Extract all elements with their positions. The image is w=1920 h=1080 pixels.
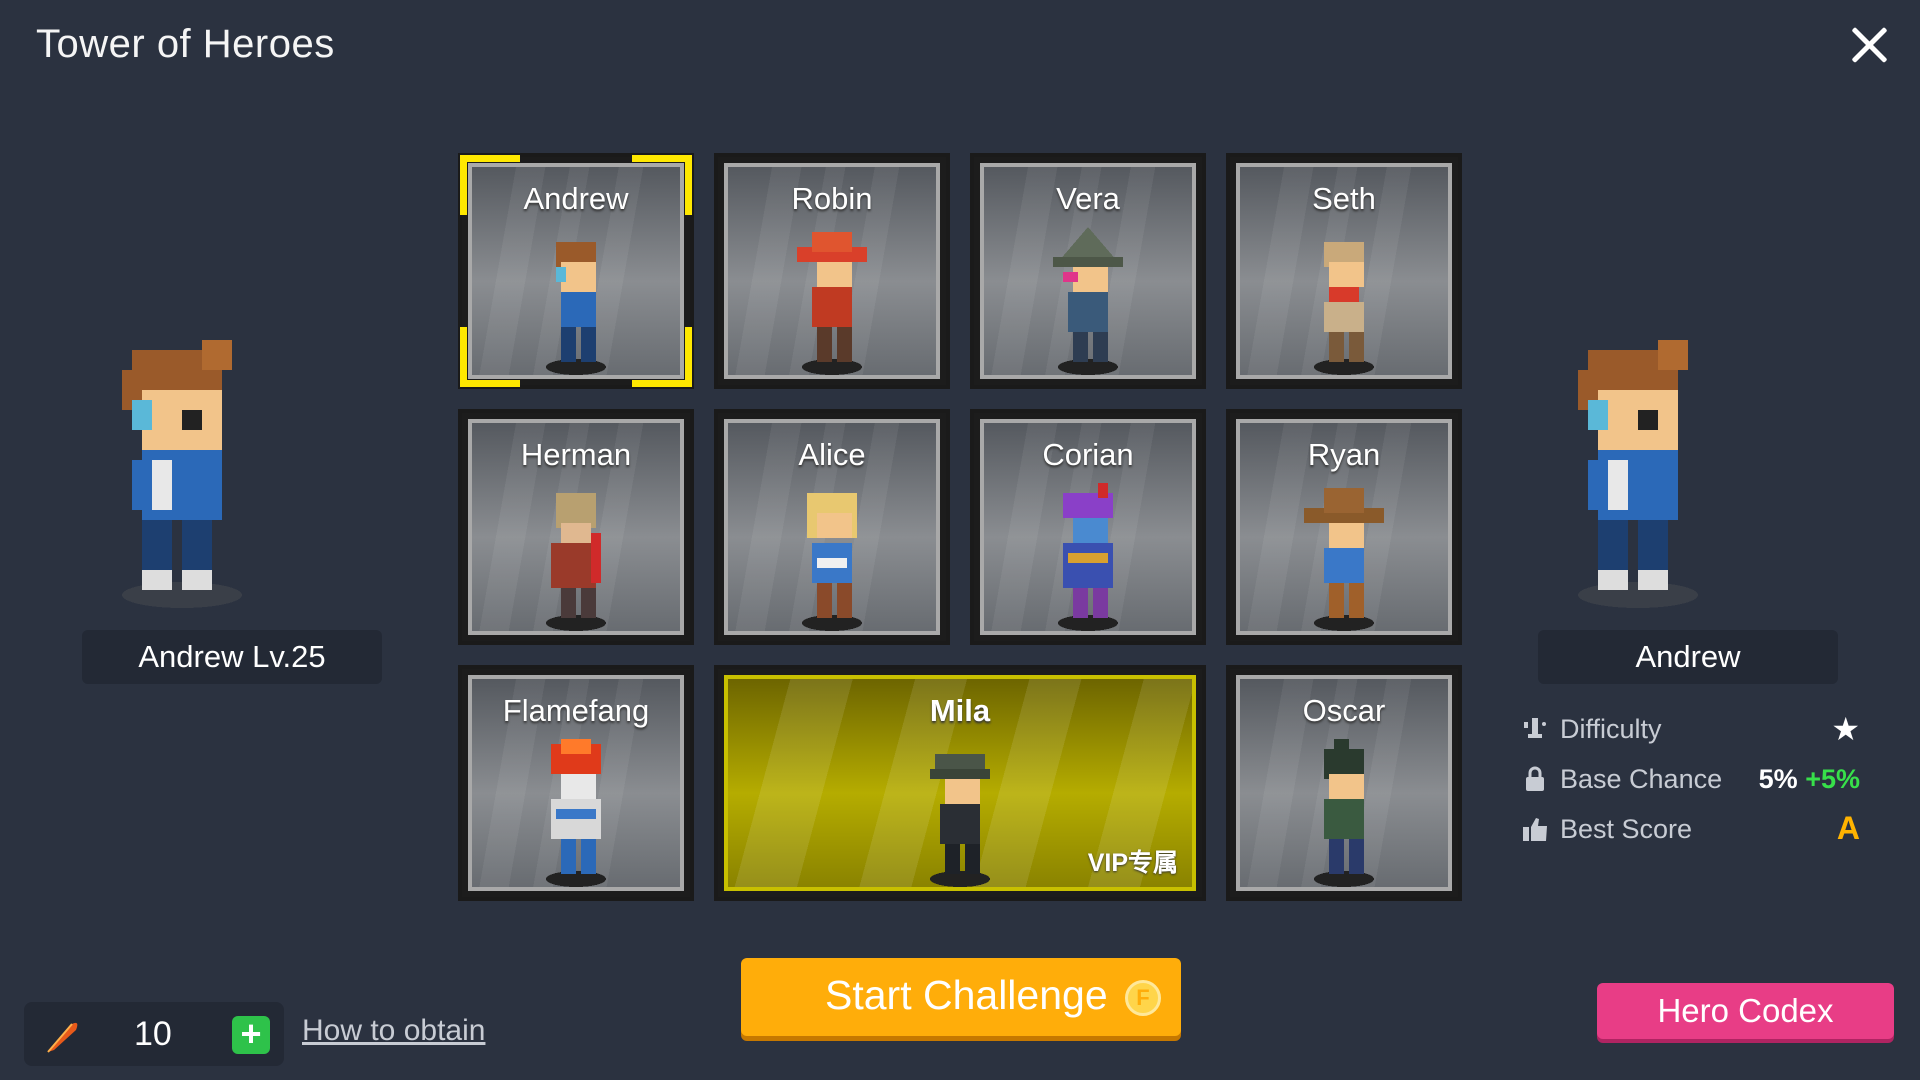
hero-card-vera[interactable]: Vera: [970, 153, 1206, 389]
trophy-icon: [1524, 718, 1546, 738]
challenge-stats: Difficulty ★ Base Chance 5% +5% Best Sco…: [1520, 708, 1860, 858]
card-stage: Seth: [1236, 163, 1452, 379]
how-to-obtain-link[interactable]: How to obtain: [302, 1014, 485, 1048]
stat-value: 5% +5%: [1759, 764, 1860, 795]
card-stage: Herman: [468, 419, 684, 635]
coin-icon: F: [1125, 980, 1161, 1016]
hero-sprite: [546, 493, 606, 631]
card-stage: Corian: [980, 419, 1196, 635]
hero-grid: Andrew Robin Vera Seth Herman Alice Cori…: [458, 153, 1464, 903]
hero-sprite: [802, 493, 862, 631]
start-challenge-label: Start Challenge: [825, 972, 1108, 1018]
selection-corner: [632, 327, 692, 387]
hero-name: Alice: [798, 437, 866, 472]
hero-card-herman[interactable]: Herman: [458, 409, 694, 645]
hero-name: Oscar: [1302, 693, 1386, 728]
hero-card-ryan[interactable]: Ryan: [1226, 409, 1462, 645]
hero-card-robin[interactable]: Robin: [714, 153, 950, 389]
card-stage: Alice: [724, 419, 940, 635]
ticket-count: 10: [134, 1015, 172, 1053]
hero-sprite-large-left: [122, 340, 242, 608]
hero-card-flamefang[interactable]: Flamefang: [458, 665, 694, 901]
start-challenge-button[interactable]: Start Challenge F: [741, 958, 1181, 1036]
ticket-resource-bar: 10 +: [24, 1002, 284, 1066]
hero-sprite: [797, 232, 867, 375]
hero-name: Ryan: [1307, 437, 1381, 472]
hero-name: Robin: [791, 181, 873, 216]
close-icon[interactable]: [1846, 22, 1892, 68]
hero-name: Flamefang: [502, 693, 650, 728]
hero-card-andrew[interactable]: Andrew: [458, 153, 694, 389]
left-hero-preview: Andrew Lv.25: [82, 330, 382, 684]
hero-sprite: [1058, 483, 1118, 631]
card-stage: Robin: [724, 163, 940, 379]
card-stage: Mila VIP专属: [724, 675, 1196, 891]
hero-name: Vera: [1056, 181, 1120, 216]
hero-level-label: Andrew Lv.25: [82, 630, 382, 684]
base-chance-value: 5%: [1758, 764, 1798, 794]
hero-name: Corian: [1042, 437, 1134, 472]
hero-sprite-large-right: [1578, 340, 1698, 608]
hero-name: Mila: [929, 693, 991, 728]
hero-sprite: [1314, 739, 1374, 887]
add-ticket-button[interactable]: +: [232, 1016, 270, 1054]
stat-best-score: Best Score A: [1520, 808, 1860, 858]
selection-corner: [460, 155, 520, 215]
lock-icon: [1526, 766, 1544, 791]
difficulty-star-icon: ★: [1831, 711, 1860, 747]
vip-exclusive-tag: VIP专属: [1087, 849, 1178, 877]
card-stage: Ryan: [1236, 419, 1452, 635]
feather-icon: [47, 1022, 78, 1053]
bonus-chance-value: +5%: [1805, 764, 1860, 794]
hero-name-label: Andrew: [1538, 630, 1838, 684]
stat-label: Difficulty: [1560, 714, 1662, 744]
hero-sprite: [546, 242, 606, 375]
hero-card-mila[interactable]: Mila VIP专属: [714, 665, 1206, 901]
hero-sprite: [1304, 488, 1384, 631]
hero-sprite: [546, 739, 606, 887]
selection-corner: [632, 155, 692, 215]
right-hero-preview: Andrew: [1538, 330, 1838, 684]
card-stage: Flamefang: [468, 675, 684, 891]
stat-label: Best Score: [1560, 814, 1693, 844]
hero-name: Seth: [1312, 181, 1376, 216]
hero-sprite: [930, 754, 990, 887]
hero-sprite: [1314, 242, 1374, 375]
hero-card-corian[interactable]: Corian: [970, 409, 1206, 645]
selection-corner: [460, 327, 520, 387]
stat-difficulty: Difficulty ★: [1520, 708, 1860, 758]
thumbs-up-icon: [1523, 818, 1547, 841]
best-score-grade: A: [1836, 810, 1860, 846]
card-stage: Vera: [980, 163, 1196, 379]
hero-codex-button[interactable]: Hero Codex: [1597, 983, 1894, 1039]
hero-card-seth[interactable]: Seth: [1226, 153, 1462, 389]
hero-name: Herman: [520, 437, 632, 472]
hero-card-oscar[interactable]: Oscar: [1226, 665, 1462, 901]
card-stage: Oscar: [1236, 675, 1452, 891]
hero-sprite: [1053, 227, 1123, 375]
window-title: Tower of Heroes: [36, 22, 335, 66]
stat-label: Base Chance: [1560, 764, 1723, 794]
stat-base-chance: Base Chance 5% +5%: [1520, 758, 1860, 808]
hero-card-alice[interactable]: Alice: [714, 409, 950, 645]
